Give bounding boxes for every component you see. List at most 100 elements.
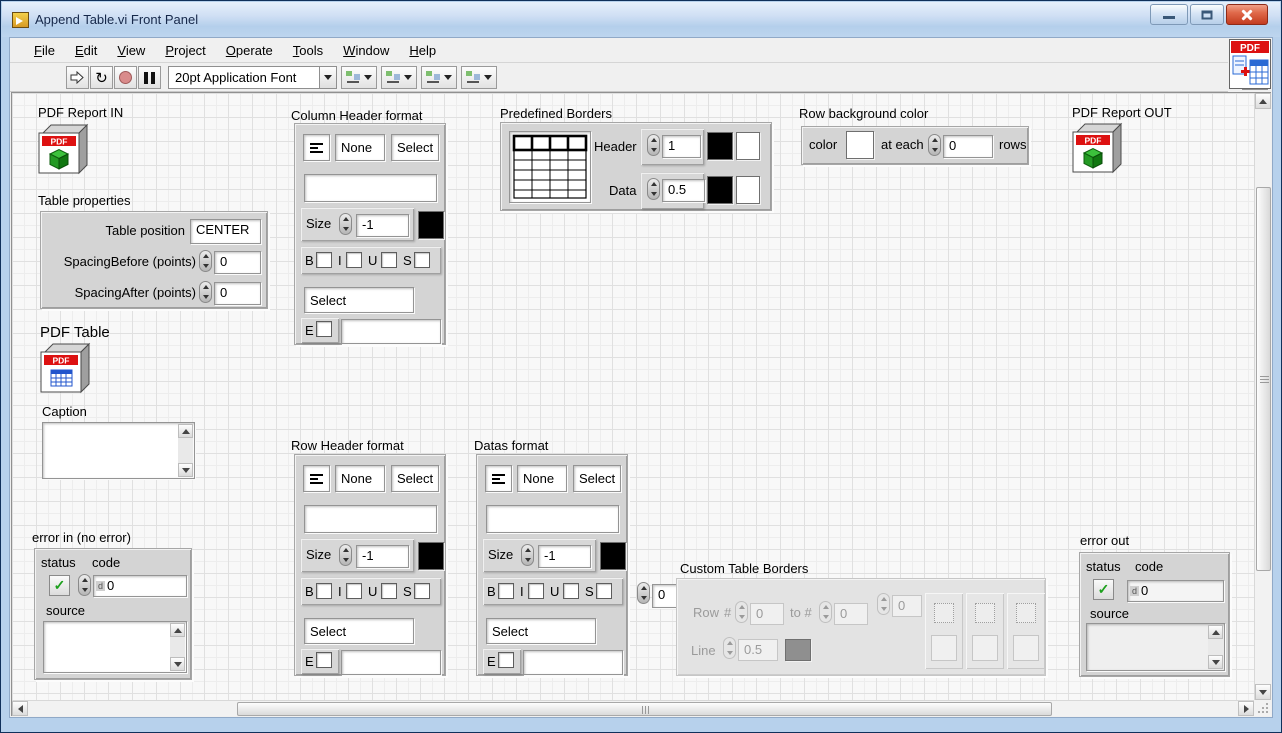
run-button[interactable]: [66, 66, 89, 89]
spacing-before-spinner[interactable]: [199, 250, 212, 272]
italic-checkbox[interactable]: [346, 583, 362, 599]
color-select-ring[interactable]: Select: [304, 287, 414, 313]
scroll-right-button[interactable]: [1238, 701, 1254, 716]
strike-checkbox[interactable]: [414, 583, 430, 599]
pdf-table-terminal[interactable]: PDF: [38, 342, 92, 397]
vi-icon-pane[interactable]: PDF: [1229, 39, 1271, 89]
close-button[interactable]: [1226, 4, 1268, 25]
scroll-left-button[interactable]: [12, 701, 28, 716]
size-spinner[interactable]: [521, 544, 534, 566]
bold-checkbox[interactable]: [316, 252, 332, 268]
spacing-before-value[interactable]: 0: [214, 251, 261, 274]
error-in-status-checkbox[interactable]: ✓: [49, 575, 70, 596]
resize-objects-button[interactable]: [421, 66, 457, 89]
menu-project[interactable]: Project: [155, 40, 215, 61]
header-weight-spinner[interactable]: [647, 134, 660, 156]
error-in-code-value[interactable]: d0: [93, 575, 187, 597]
underline-checkbox[interactable]: [381, 252, 397, 268]
font-ring[interactable]: Select: [391, 465, 439, 492]
error-in-source-scrollbar[interactable]: [170, 623, 185, 671]
align-objects-button[interactable]: [341, 66, 377, 89]
horizontal-scrollbar[interactable]: [12, 700, 1254, 716]
table-position-value[interactable]: CENTER: [190, 219, 261, 244]
pdf-report-in-terminal[interactable]: PDF: [36, 123, 90, 178]
data-bg-color-swatch[interactable]: [736, 176, 760, 204]
e-value-field[interactable]: [341, 319, 441, 344]
minimize-button[interactable]: [1150, 4, 1188, 25]
color-select-ring[interactable]: Select: [304, 618, 414, 644]
pdf-report-out-terminal[interactable]: PDF: [1070, 122, 1124, 177]
font-name-field[interactable]: [486, 505, 619, 533]
data-weight-spinner[interactable]: [647, 178, 660, 200]
bold-checkbox[interactable]: [316, 583, 332, 599]
font-selector-dropdown[interactable]: [320, 66, 337, 89]
text-color-swatch[interactable]: [418, 542, 444, 570]
menu-operate[interactable]: Operate: [216, 40, 283, 61]
e-checkbox[interactable]: [498, 652, 514, 668]
menu-tools[interactable]: Tools: [283, 40, 333, 61]
font-ring[interactable]: Select: [391, 134, 439, 161]
maximize-button[interactable]: [1190, 4, 1224, 25]
style-ring[interactable]: None: [335, 134, 385, 161]
e-value-field[interactable]: [341, 650, 441, 675]
run-continuous-button[interactable]: ↻: [90, 66, 113, 89]
spacing-after-value[interactable]: 0: [214, 282, 261, 305]
error-out-source-scrollbar[interactable]: [1208, 625, 1223, 669]
menu-edit[interactable]: Edit: [65, 40, 107, 61]
rows-value[interactable]: 0: [943, 135, 993, 158]
underline-checkbox[interactable]: [381, 583, 397, 599]
strike-checkbox[interactable]: [414, 252, 430, 268]
error-in-code-spinner[interactable]: [78, 574, 91, 596]
pause-button[interactable]: [138, 66, 161, 89]
scroll-up-button[interactable]: [178, 424, 193, 438]
text-color-swatch[interactable]: [600, 542, 626, 570]
vertical-scroll-thumb[interactable]: [1256, 187, 1271, 571]
font-selector-value[interactable]: 20pt Application Font: [168, 66, 320, 89]
scroll-up-button[interactable]: [1255, 93, 1271, 109]
header-line-color-swatch[interactable]: [707, 132, 733, 160]
text-color-swatch[interactable]: [418, 211, 444, 239]
size-spinner[interactable]: [339, 544, 352, 566]
text-align-ring[interactable]: [303, 465, 330, 492]
abort-button[interactable]: [114, 66, 137, 89]
vertical-scrollbar[interactable]: [1254, 93, 1271, 700]
menu-file[interactable]: File: [24, 40, 65, 61]
bold-checkbox[interactable]: [498, 583, 514, 599]
scroll-up-button[interactable]: [1208, 625, 1223, 639]
row-color-swatch[interactable]: [846, 131, 874, 159]
size-spinner[interactable]: [339, 213, 352, 235]
e-checkbox[interactable]: [316, 321, 332, 337]
caption-scrollbar[interactable]: [178, 424, 193, 477]
scroll-up-button[interactable]: [170, 623, 185, 637]
array-index-spinner[interactable]: [637, 582, 650, 604]
font-name-field[interactable]: [304, 174, 437, 202]
menu-help[interactable]: Help: [399, 40, 446, 61]
font-name-field[interactable]: [304, 505, 437, 533]
scroll-down-button[interactable]: [1208, 655, 1223, 669]
italic-checkbox[interactable]: [528, 583, 544, 599]
horizontal-scroll-thumb[interactable]: [237, 702, 1052, 716]
size-value[interactable]: -1: [538, 545, 591, 568]
color-select-ring[interactable]: Select: [486, 618, 596, 644]
strike-checkbox[interactable]: [596, 583, 612, 599]
reorder-button[interactable]: [461, 66, 497, 89]
font-ring[interactable]: Select: [573, 465, 621, 492]
resize-grip[interactable]: [1254, 700, 1271, 716]
size-value[interactable]: -1: [356, 545, 409, 568]
menu-view[interactable]: View: [107, 40, 155, 61]
header-weight-value[interactable]: 1: [662, 135, 701, 158]
scroll-down-button[interactable]: [170, 657, 185, 671]
error-in-source-control[interactable]: [43, 621, 187, 673]
text-align-ring[interactable]: [485, 465, 512, 492]
italic-checkbox[interactable]: [346, 252, 362, 268]
header-bg-color-swatch[interactable]: [736, 132, 760, 160]
size-value[interactable]: -1: [356, 214, 409, 237]
menu-window[interactable]: Window: [333, 40, 399, 61]
data-line-color-swatch[interactable]: [707, 176, 733, 204]
e-value-field[interactable]: [523, 650, 623, 675]
e-checkbox[interactable]: [316, 652, 332, 668]
distribute-objects-button[interactable]: [381, 66, 417, 89]
scroll-down-button[interactable]: [1255, 684, 1271, 700]
caption-string-control[interactable]: [42, 422, 195, 479]
scroll-down-button[interactable]: [178, 463, 193, 477]
